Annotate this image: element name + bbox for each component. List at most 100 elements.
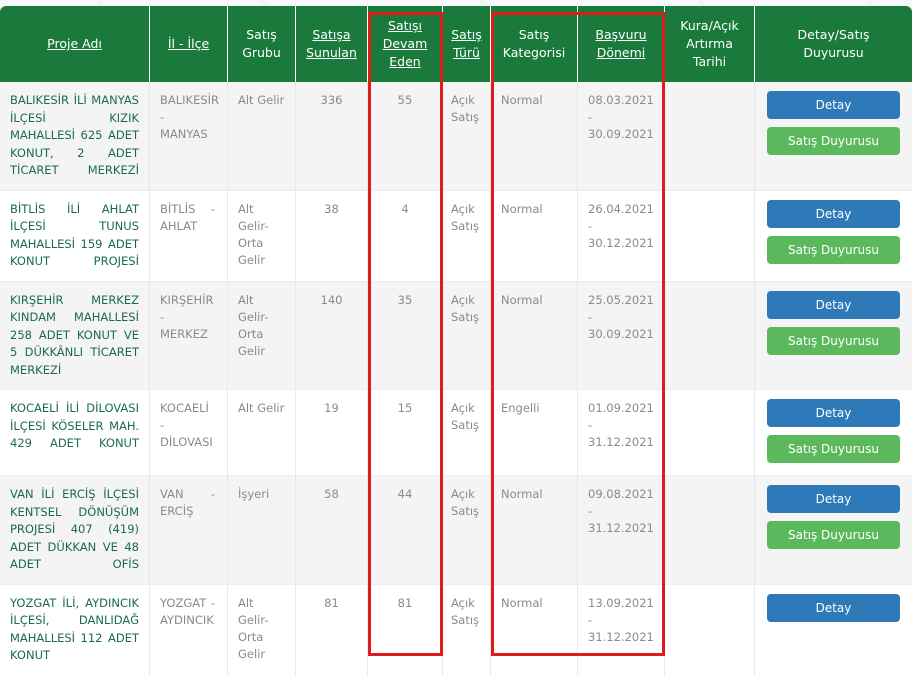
cell-satisa-sunulan: 81 — [296, 584, 368, 675]
sort-link-satisi-devam-eden-line1[interactable]: Satışı — [388, 18, 422, 33]
cell-detay-satis-duyurusu: Detay — [755, 584, 912, 675]
satis-duyurusu-button[interactable]: Satış Duyurusu — [767, 235, 900, 264]
satis-duyurusu-button[interactable]: Satış Duyurusu — [767, 521, 900, 549]
cell-satisa-sunulan: 58 — [296, 476, 368, 585]
projects-table-container: Proje Adı İl - İlçe Satış Grubu Satışa S… — [0, 6, 912, 675]
cell-satisi-devam-eden: 81 — [368, 584, 443, 675]
column-header-satis-turu[interactable]: Satış Türü — [443, 6, 491, 82]
cell-il-ilce: VAN - ERCİŞ — [150, 476, 228, 585]
cell-basvuru-donemi: 25.05.2021 - 30.09.2021 — [578, 281, 665, 390]
cell-detay-satis-duyurusu: Detay Satış Duyurusu — [755, 476, 912, 585]
column-header-il-ilce[interactable]: İl - İlçe — [150, 6, 228, 82]
cell-satis-turu: Açık Satış — [443, 190, 491, 282]
sort-link-satis-turu-line1[interactable]: Satış — [451, 27, 481, 42]
cell-satis-turu: Açık Satış — [443, 390, 491, 476]
cell-satisi-devam-eden: 15 — [368, 390, 443, 476]
cell-satis-turu: Açık Satış — [443, 584, 491, 675]
table-row: BİTLİS İLİ AHLAT İLÇESİ TUNUS MAHALLESİ … — [0, 190, 912, 282]
cell-satis-turu: Açık Satış — [443, 281, 491, 390]
sort-link-satisa-sunulan-line1[interactable]: Satışa — [312, 27, 350, 42]
column-header-satisa-sunulan[interactable]: Satışa Sunulan — [296, 6, 368, 82]
cell-kura-acik-artirma-tarihi — [665, 476, 755, 585]
cell-satisa-sunulan: 19 — [296, 390, 368, 476]
cell-detay-satis-duyurusu: Detay Satış Duyurusu — [755, 190, 912, 282]
cell-satisa-sunulan: 336 — [296, 82, 368, 191]
sort-link-satisa-sunulan-line2[interactable]: Sunulan — [306, 45, 357, 60]
cell-satisi-devam-eden: 35 — [368, 281, 443, 390]
detay-button[interactable]: Detay — [767, 290, 900, 319]
cell-kura-acik-artirma-tarihi — [665, 190, 755, 282]
label-satis-kategorisi-line1: Satış — [518, 27, 550, 42]
column-header-satisi-devam-eden[interactable]: Satışı Devam Eden — [368, 6, 443, 82]
cell-satis-grubu: Alt Gelir-Orta Gelir — [228, 190, 296, 282]
header-row: Proje Adı İl - İlçe Satış Grubu Satışa S… — [0, 6, 912, 82]
cell-satisi-devam-eden: 44 — [368, 476, 443, 585]
cell-il-ilce: BALIKESİR - MANYAS — [150, 82, 228, 191]
detay-button[interactable]: Detay — [767, 593, 900, 622]
sort-link-basvuru-donemi-line1[interactable]: Başvuru — [595, 27, 646, 42]
satis-duyurusu-button[interactable]: Satış Duyurusu — [767, 127, 900, 155]
cell-detay-satis-duyurusu: Detay Satış Duyurusu — [755, 390, 912, 476]
cell-satis-grubu: Alt Gelir — [228, 390, 296, 476]
label-detay-duyuru-line2: Duyurusu — [803, 45, 864, 60]
cell-kura-acik-artirma-tarihi — [665, 584, 755, 675]
sort-link-satisi-devam-eden-line3[interactable]: Eden — [389, 54, 420, 69]
sort-link-il-ilce[interactable]: İl - İlçe — [168, 36, 209, 51]
cell-kura-acik-artirma-tarihi — [665, 82, 755, 191]
table-row: VAN İLİ ERCİŞ İLÇESİ KENTSEL DÖNÜŞÜM PRO… — [0, 476, 912, 585]
cell-il-ilce: BİTLİS - AHLAT — [150, 190, 228, 282]
cell-satisi-devam-eden: 55 — [368, 82, 443, 191]
projects-table: Proje Adı İl - İlçe Satış Grubu Satışa S… — [0, 6, 912, 675]
cell-satisa-sunulan: 140 — [296, 281, 368, 390]
table-row: KOCAELİ İLİ DİLOVASI İLÇESİ KÖSELER MAH.… — [0, 390, 912, 476]
satis-duyurusu-button[interactable]: Satış Duyurusu — [767, 326, 900, 355]
detay-button[interactable]: Detay — [767, 485, 900, 513]
cell-satis-kategorisi: Normal — [491, 584, 578, 675]
satis-duyurusu-button[interactable]: Satış Duyurusu — [767, 435, 900, 463]
detay-button[interactable]: Detay — [767, 399, 900, 427]
cell-satis-kategorisi: Normal — [491, 190, 578, 282]
cell-detay-satis-duyurusu: Detay Satış Duyurusu — [755, 82, 912, 191]
cell-basvuru-donemi: 26.04.2021 - 30.12.2021 — [578, 190, 665, 282]
cell-satis-kategorisi: Engelli — [491, 390, 578, 476]
cell-satis-grubu: Alt Gelir-Orta Gelir — [228, 281, 296, 390]
label-kura-line3: Tarihi — [692, 54, 727, 69]
cell-satis-grubu: Alt Gelir-Orta Gelir — [228, 584, 296, 675]
sort-link-satisi-devam-eden-line2[interactable]: Devam — [383, 36, 428, 51]
cell-detay-satis-duyurusu: Detay Satış Duyurusu — [755, 281, 912, 390]
cell-proje-adi: BİTLİS İLİ AHLAT İLÇESİ TUNUS MAHALLESİ … — [0, 190, 150, 282]
column-header-satis-grubu: Satış Grubu — [228, 6, 296, 82]
table-header: Proje Adı İl - İlçe Satış Grubu Satışa S… — [0, 6, 912, 82]
table-row: YOZGAT İLİ, AYDINCIK İLÇESİ, DANLIDAĞ MA… — [0, 584, 912, 675]
cell-satis-turu: Açık Satış — [443, 476, 491, 585]
cell-satis-kategorisi: Normal — [491, 281, 578, 390]
sort-link-basvuru-donemi-line2[interactable]: Dönemi — [597, 45, 646, 60]
label-kura-line1: Kura/Açık — [680, 18, 739, 33]
cell-proje-adi: YOZGAT İLİ, AYDINCIK İLÇESİ, DANLIDAĞ MA… — [0, 584, 150, 675]
cell-kura-acik-artirma-tarihi — [665, 281, 755, 390]
label-kura-line2: Artırma — [686, 36, 733, 51]
detay-button[interactable]: Detay — [767, 199, 900, 228]
column-header-basvuru-donemi[interactable]: Başvuru Dönemi — [578, 6, 665, 82]
column-header-kura-acik-artirma-tarihi: Kura/Açık Artırma Tarihi — [665, 6, 755, 82]
cell-satis-turu: Açık Satış — [443, 82, 491, 191]
cell-kura-acik-artirma-tarihi — [665, 390, 755, 476]
cell-basvuru-donemi: 01.09.2021 - 31.12.2021 — [578, 390, 665, 476]
sort-link-satis-turu-line2[interactable]: Türü — [453, 45, 480, 60]
cell-satisi-devam-eden: 4 — [368, 190, 443, 282]
cell-il-ilce: YOZGAT - AYDINCIK — [150, 584, 228, 675]
cell-basvuru-donemi: 09.08.2021 - 31.12.2021 — [578, 476, 665, 585]
cell-satis-grubu: İşyeri — [228, 476, 296, 585]
label-satis-grubu-line2: Grubu — [242, 45, 281, 60]
cell-proje-adi: VAN İLİ ERCİŞ İLÇESİ KENTSEL DÖNÜŞÜM PRO… — [0, 476, 150, 585]
table-body: BALIKESİR İLİ MANYAS İLÇESİ KIZIK MAHALL… — [0, 82, 912, 675]
cell-proje-adi: KOCAELİ İLİ DİLOVASI İLÇESİ KÖSELER MAH.… — [0, 390, 150, 476]
table-row: KIRŞEHİR MERKEZ KINDAM MAHALLESİ 258 ADE… — [0, 281, 912, 390]
column-header-proje-adi[interactable]: Proje Adı — [0, 6, 150, 82]
label-detay-duyuru-line1: Detay/Satış — [797, 27, 870, 42]
cell-satisa-sunulan: 38 — [296, 190, 368, 282]
detay-button[interactable]: Detay — [767, 91, 900, 119]
sort-link-proje-adi[interactable]: Proje Adı — [47, 36, 102, 51]
cell-proje-adi: KIRŞEHİR MERKEZ KINDAM MAHALLESİ 258 ADE… — [0, 281, 150, 390]
cell-satis-kategorisi: Normal — [491, 476, 578, 585]
